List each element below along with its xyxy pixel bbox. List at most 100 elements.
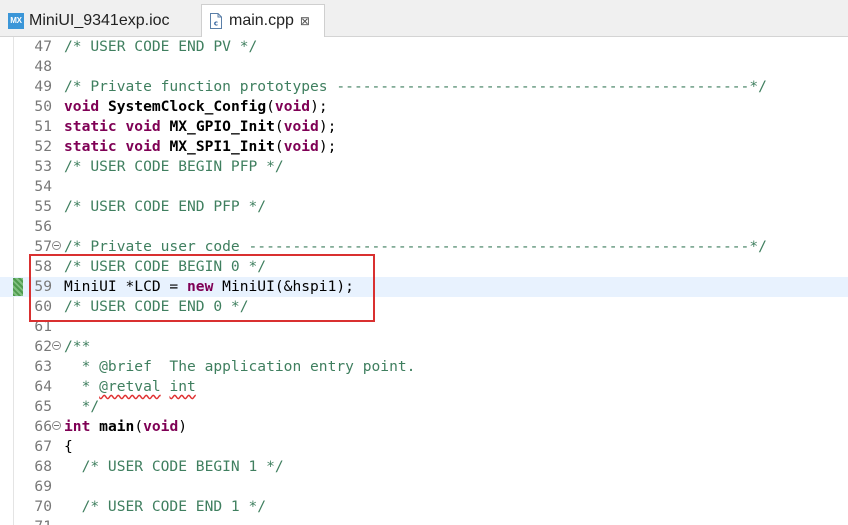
code-text: int main(void): [64, 417, 187, 437]
code-line[interactable]: 62 /**: [0, 337, 848, 357]
code-line[interactable]: 61: [0, 317, 848, 337]
mx-file-icon: MX: [8, 12, 24, 29]
code-token: * @brief The application entry point.: [64, 358, 416, 375]
code-token: *: [64, 378, 100, 395]
code-token: main: [99, 418, 135, 435]
code-line[interactable]: 47 /* USER CODE END PV */: [0, 37, 848, 57]
code-line[interactable]: 70 /* USER CODE END 1 */: [0, 497, 848, 517]
line-number: 53: [34, 158, 52, 175]
line-number: 59: [34, 278, 52, 295]
line-number: 56: [34, 218, 52, 235]
code-token: {: [64, 438, 73, 455]
code-token: new: [187, 278, 214, 295]
code-line[interactable]: 69: [0, 477, 848, 497]
code-line[interactable]: 48: [0, 57, 848, 77]
code-token: MiniUI *LCD =: [64, 278, 188, 295]
editor-tab-bar: MX MiniUI_9341exp.ioc c main.cpp ⊠: [0, 0, 848, 37]
code-text: /* USER CODE END 1 */: [64, 497, 267, 517]
line-number: 64: [34, 378, 52, 395]
code-token: /* USER CODE BEGIN 1 */: [64, 458, 284, 475]
code-token: MiniUI(&hspi1);: [213, 278, 354, 295]
code-token: void: [64, 98, 100, 115]
code-line[interactable]: 71: [0, 517, 848, 525]
code-line[interactable]: 55 /* USER CODE END PFP */: [0, 197, 848, 217]
code-text: static void MX_GPIO_Init(void);: [64, 117, 336, 137]
code-token: );: [318, 118, 337, 135]
code-line[interactable]: 68 /* USER CODE BEGIN 1 */: [0, 457, 848, 477]
line-number: 49: [34, 78, 52, 95]
tab-label: main.cpp: [229, 12, 294, 29]
code-line[interactable]: 56: [0, 217, 848, 237]
code-token: (: [274, 118, 284, 135]
code-token: /* USER CODE END 0 */: [64, 298, 249, 315]
line-number: 62: [34, 338, 52, 355]
code-line[interactable]: 66 int main(void): [0, 417, 848, 437]
code-line[interactable]: 60 /* USER CODE END 0 */: [0, 297, 848, 317]
code-token: (: [274, 138, 284, 155]
code-token: ): [178, 418, 188, 435]
code-line[interactable]: 52 static void MX_SPI1_Init(void);: [0, 137, 848, 157]
code-token: /* USER CODE END PFP */: [64, 198, 267, 215]
c-source-file-icon: c: [210, 13, 222, 29]
code-line[interactable]: 51 static void MX_GPIO_Init(void);: [0, 117, 848, 137]
code-token: void: [274, 98, 311, 115]
tab-miniui-ioc[interactable]: MX MiniUI_9341exp.ioc: [8, 4, 196, 37]
line-number: 50: [34, 98, 52, 115]
code-line[interactable]: 58 /* USER CODE BEGIN 0 */: [0, 257, 848, 277]
code-line[interactable]: 67 {: [0, 437, 848, 457]
code-token: void: [283, 138, 319, 155]
code-token: /* USER CODE BEGIN 0 */: [64, 258, 267, 275]
code-token: MX_SPI1_Init: [169, 138, 275, 155]
code-line[interactable]: 49 /* Private function prototypes -------…: [0, 77, 848, 97]
code-text: /* Private user code -------------------…: [64, 237, 767, 257]
code-text: * @retval int: [64, 377, 196, 397]
code-line[interactable]: 53 /* USER CODE BEGIN PFP */: [0, 157, 848, 177]
code-line[interactable]: 63 * @brief The application entry point.: [0, 357, 848, 377]
code-token: static: [64, 138, 117, 155]
line-number: 70: [34, 498, 52, 515]
code-token: (: [266, 98, 275, 115]
code-line[interactable]: 59 MiniUI *LCD = new MiniUI(&hspi1);: [0, 277, 848, 297]
line-number: 55: [34, 198, 52, 215]
code-text: {: [64, 437, 73, 457]
code-text: /**: [64, 337, 90, 357]
fold-toggle-icon[interactable]: [52, 421, 61, 430]
code-token: /* Private user code -------------------…: [64, 238, 767, 255]
code-line[interactable]: 57 /* Private user code -----------------…: [0, 237, 848, 257]
line-number: 71: [14, 517, 52, 525]
line-number: 67: [34, 438, 52, 455]
code-line[interactable]: 64 * @retval int: [0, 377, 848, 397]
line-number: 48: [34, 58, 52, 75]
code-line[interactable]: 54: [0, 177, 848, 197]
code-text: void SystemClock_Config(void);: [64, 97, 328, 117]
code-token: static: [64, 118, 117, 135]
code-text: * @brief The application entry point.: [64, 357, 416, 377]
line-number: 47: [34, 38, 52, 55]
code-editor[interactable]: 47 /* USER CODE END PV */ 48 49 /* Private f…: [0, 37, 848, 525]
tab-main-cpp[interactable]: c main.cpp ⊠: [201, 4, 325, 37]
code-text: MiniUI *LCD = new MiniUI(&hspi1);: [64, 277, 354, 297]
line-number: 51: [34, 118, 52, 135]
line-number: 68: [34, 458, 52, 475]
fold-toggle-icon[interactable]: [52, 341, 61, 350]
code-token: /* USER CODE BEGIN PFP */: [64, 158, 284, 175]
code-token: /* USER CODE END PV */: [64, 38, 258, 55]
code-token: SystemClock_Config: [107, 98, 267, 115]
line-number: 57: [34, 238, 52, 255]
svg-text:c: c: [214, 20, 218, 28]
line-number: 54: [34, 178, 52, 195]
line-number: 52: [34, 138, 52, 155]
close-icon[interactable]: ⊠: [300, 14, 310, 28]
code-line[interactable]: 65 */: [0, 397, 848, 417]
line-number: 65: [34, 398, 52, 415]
code-text: /* USER CODE END PFP */: [64, 197, 266, 217]
line-number: 60: [34, 298, 52, 315]
code-token: /**: [64, 338, 91, 355]
fold-toggle-icon[interactable]: [52, 241, 61, 250]
code-line[interactable]: 50 void SystemClock_Config(void);: [0, 97, 848, 117]
code-token: int: [169, 378, 196, 395]
code-text: /* USER CODE BEGIN 0 */: [64, 257, 266, 277]
code-text: /* USER CODE END PV */: [64, 37, 257, 57]
